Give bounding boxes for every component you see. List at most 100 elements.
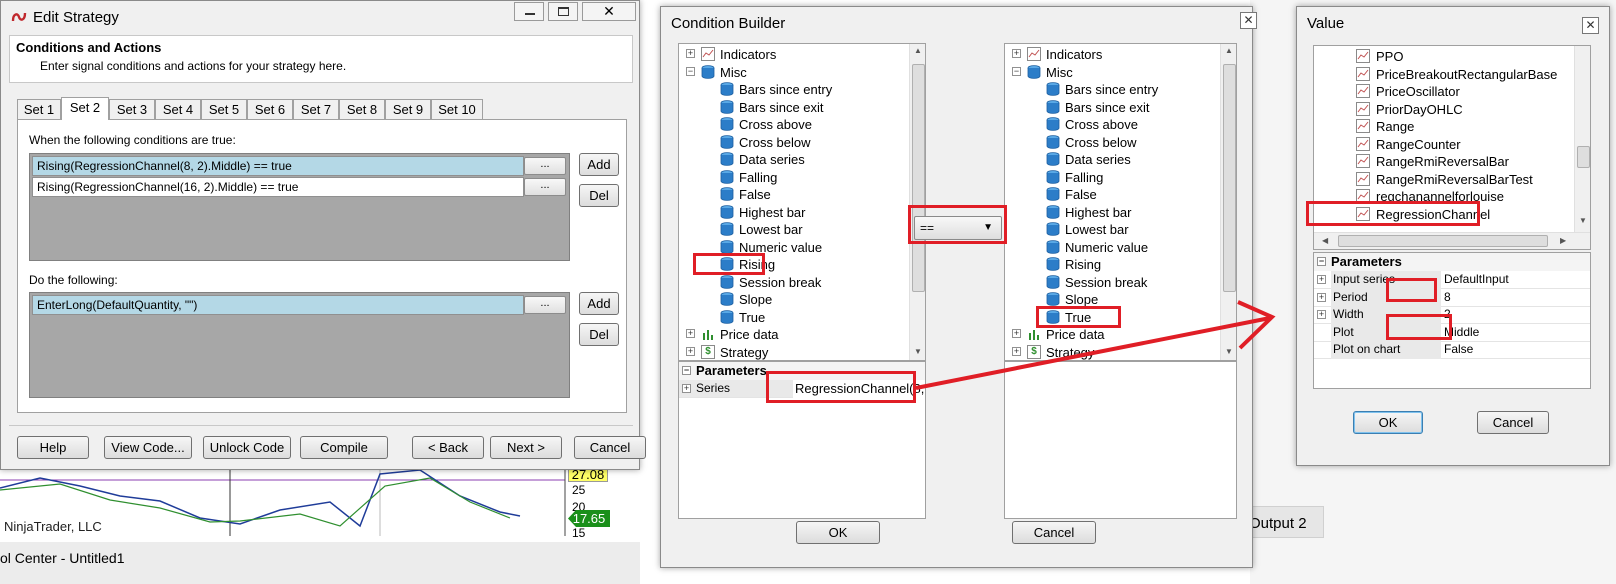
add-condition-button[interactable]: Add: [579, 153, 619, 176]
action-edit-button[interactable]: ...: [524, 296, 566, 314]
tree-item[interactable]: Rising: [679, 256, 909, 273]
action-row[interactable]: EnterLong(DefaultQuantity, ""): [32, 295, 524, 315]
right-tree-scrollbar[interactable]: ▲ ▼: [1220, 44, 1236, 360]
collapse-icon[interactable]: −: [1012, 66, 1021, 76]
tree-item[interactable]: Data series: [1005, 151, 1220, 168]
delete-action-button[interactable]: Del: [579, 323, 619, 346]
scroll-thumb[interactable]: [1577, 146, 1590, 168]
tree-item[interactable]: Falling: [679, 169, 909, 186]
param-value[interactable]: Middle: [1441, 324, 1479, 342]
param-value[interactable]: DefaultInput: [1441, 271, 1509, 289]
taskbar-title[interactable]: ol Center - Untitled1: [0, 550, 125, 566]
view-code-button[interactable]: View Code...: [104, 436, 192, 459]
collapse-icon[interactable]: −: [682, 366, 691, 375]
param-row[interactable]: Plot on chart False: [1314, 341, 1590, 359]
scroll-down-icon[interactable]: ▼: [914, 347, 922, 356]
close-button[interactable]: ✕: [582, 2, 636, 21]
tree-item[interactable]: Slope: [1005, 291, 1220, 308]
tree-item[interactable]: Lowest bar: [679, 221, 909, 238]
tree-item[interactable]: Numeric value: [1005, 239, 1220, 256]
indicator-item[interactable]: PriorDayOHLC: [1314, 101, 1574, 118]
series-value[interactable]: RegressionChannel(8,: [793, 380, 925, 398]
value-ok-button[interactable]: OK: [1353, 411, 1423, 434]
tab-set-10[interactable]: Set 10: [431, 99, 483, 119]
scroll-up-icon[interactable]: ▲: [1225, 46, 1233, 55]
tab-set-8[interactable]: Set 8: [339, 99, 385, 119]
expand-icon[interactable]: +: [682, 384, 691, 393]
tree-item[interactable]: Cross below: [679, 134, 909, 151]
scroll-thumb[interactable]: [912, 64, 925, 292]
tree-item[interactable]: Bars since entry: [1005, 81, 1220, 98]
param-row[interactable]: + Input series DefaultInput: [1314, 271, 1590, 289]
tree-item[interactable]: Highest bar: [679, 204, 909, 221]
condition-row[interactable]: Rising(RegressionChannel(16, 2).Middle) …: [32, 177, 524, 197]
scroll-left-icon[interactable]: ◀: [1322, 236, 1328, 245]
tree-item[interactable]: Falling: [1005, 169, 1220, 186]
value-close-button[interactable]: ✕: [1582, 17, 1599, 34]
indicator-item[interactable]: Range: [1314, 118, 1574, 135]
tree-group[interactable]: + $ Strategy: [679, 344, 909, 361]
tab-set-1[interactable]: Set 1: [17, 99, 61, 119]
condition-builder-titlebar[interactable]: Condition Builder: [661, 7, 1252, 37]
tree-group[interactable]: + Indicators: [679, 46, 909, 63]
param-value[interactable]: 8: [1441, 289, 1451, 307]
param-row[interactable]: + Width 2: [1314, 306, 1590, 324]
indicator-item[interactable]: RangeRmiReversalBar: [1314, 153, 1574, 170]
output-tab[interactable]: Output 2: [1244, 506, 1324, 538]
operator-dropdown[interactable]: == ▼: [914, 216, 1002, 240]
tree-item[interactable]: Data series: [679, 151, 909, 168]
tab-set-2[interactable]: Set 2: [61, 97, 109, 120]
expand-icon[interactable]: +: [1317, 275, 1326, 284]
tree-item[interactable]: Slope: [679, 291, 909, 308]
tree-item[interactable]: False: [1005, 186, 1220, 203]
tab-set-5[interactable]: Set 5: [201, 99, 247, 119]
value-cancel-button[interactable]: Cancel: [1477, 411, 1549, 434]
expand-icon[interactable]: +: [686, 346, 695, 356]
delete-condition-button[interactable]: Del: [579, 184, 619, 207]
tree-item[interactable]: Lowest bar: [1005, 221, 1220, 238]
tree-item[interactable]: True: [1005, 309, 1220, 326]
tree-item[interactable]: Bars since entry: [679, 81, 909, 98]
tree-item[interactable]: Session break: [1005, 274, 1220, 291]
compile-button[interactable]: Compile: [300, 436, 388, 459]
tree-group[interactable]: − Misc: [1005, 64, 1220, 81]
tree-item[interactable]: Cross above: [679, 116, 909, 133]
cancel-button[interactable]: Cancel: [574, 436, 646, 459]
tree-group[interactable]: + Price data: [679, 326, 909, 343]
param-value[interactable]: False: [1441, 341, 1473, 359]
minimize-button[interactable]: [514, 2, 544, 21]
next-button[interactable]: Next >: [490, 436, 562, 459]
tree-item[interactable]: Cross above: [1005, 116, 1220, 133]
expand-icon[interactable]: +: [1012, 346, 1021, 356]
tree-item[interactable]: True: [679, 309, 909, 326]
indicator-scrollbar[interactable]: ▼: [1574, 46, 1590, 232]
condition-ok-button[interactable]: OK: [796, 521, 880, 544]
maximize-button[interactable]: [548, 2, 578, 21]
tree-group[interactable]: + Price data: [1005, 326, 1220, 343]
indicator-item[interactable]: regchanannelforlouise: [1314, 188, 1574, 205]
indicator-item[interactable]: PPO: [1314, 48, 1574, 65]
condition-edit-button[interactable]: ...: [524, 157, 566, 175]
collapse-icon[interactable]: −: [1317, 257, 1326, 266]
indicator-item[interactable]: PriceOscillator: [1314, 83, 1574, 100]
indicator-item[interactable]: RegressionChannel: [1314, 206, 1574, 223]
condition-builder-close-button[interactable]: ✕: [1240, 12, 1257, 29]
expand-icon[interactable]: +: [1012, 329, 1021, 338]
tree-item[interactable]: Bars since exit: [1005, 99, 1220, 116]
tree-group[interactable]: − Misc: [679, 64, 909, 81]
tree-group[interactable]: + Indicators: [1005, 46, 1220, 63]
tab-set-3[interactable]: Set 3: [109, 99, 155, 119]
param-row[interactable]: Plot Middle: [1314, 323, 1590, 342]
series-param-row[interactable]: + Series RegressionChannel(8,: [679, 380, 925, 398]
indicator-item[interactable]: RangeRmiReversalBarTest: [1314, 171, 1574, 188]
indicator-item[interactable]: RangeCounter: [1314, 136, 1574, 153]
tab-set-9[interactable]: Set 9: [385, 99, 431, 119]
condition-cancel-button[interactable]: Cancel: [1012, 521, 1096, 544]
tab-set-4[interactable]: Set 4: [155, 99, 201, 119]
hscroll-thumb[interactable]: [1338, 235, 1548, 247]
back-button[interactable]: < Back: [412, 436, 484, 459]
scroll-thumb[interactable]: [1223, 64, 1236, 292]
expand-icon[interactable]: +: [1317, 292, 1326, 302]
tree-group[interactable]: + $ Strategy: [1005, 344, 1220, 361]
tree-item[interactable]: Numeric value: [679, 239, 909, 256]
